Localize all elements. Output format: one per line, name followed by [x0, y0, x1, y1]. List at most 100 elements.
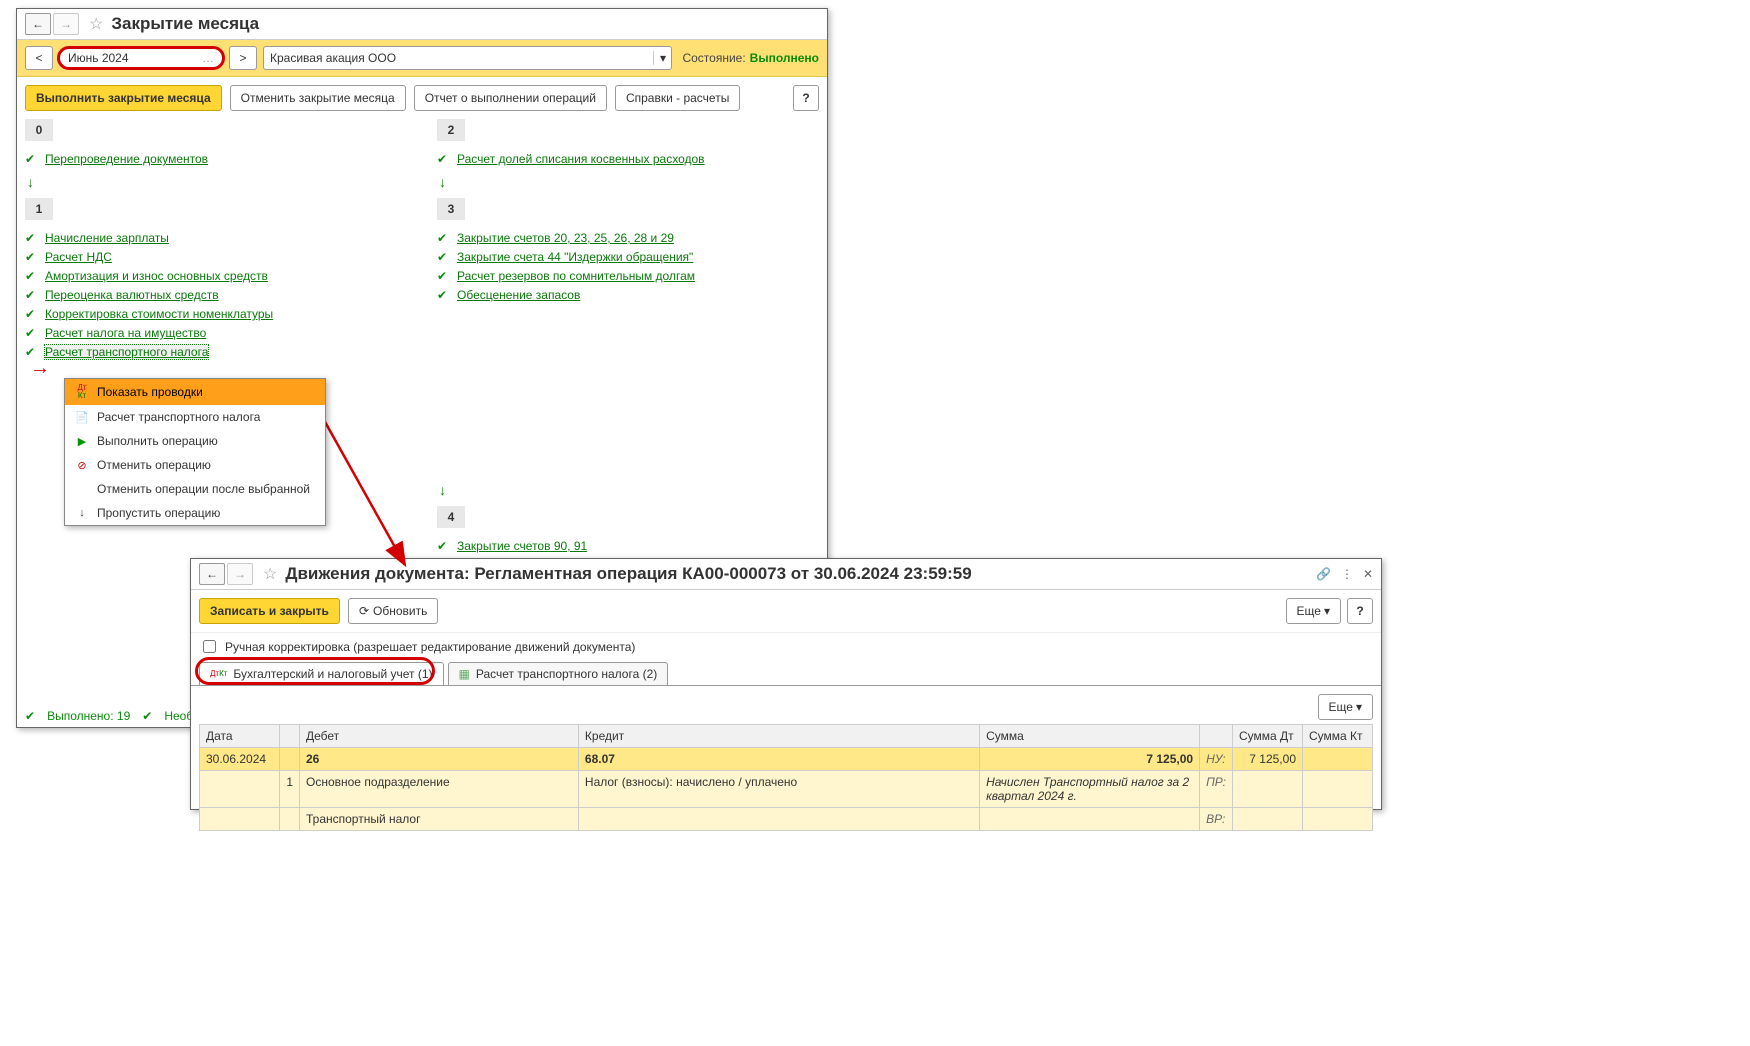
menu-item-label: Расчет транспортного налога	[97, 410, 260, 424]
arrow-down-icon: ↓	[27, 174, 407, 190]
op-currency-reval[interactable]: Переоценка валютных средств	[45, 288, 219, 302]
cell-amount-kt	[1303, 808, 1373, 831]
more-label: Еще	[1329, 700, 1353, 714]
help-button[interactable]: ?	[1347, 598, 1373, 624]
col-amount: Сумма	[980, 725, 1200, 748]
cell-pr-label: ПР:	[1200, 771, 1233, 808]
help-button[interactable]: ?	[793, 85, 819, 111]
cell-nu-label: НУ:	[1200, 748, 1233, 771]
menu-transport-tax-calc[interactable]: 📄 Расчет транспортного налога	[65, 405, 325, 429]
table-header-row: Дата Дебет Кредит Сумма Сумма Дт Сумма К…	[200, 725, 1373, 748]
op-cost-correction[interactable]: Корректировка стоимости номенклатуры	[45, 307, 273, 321]
close-icon[interactable]: ✕	[1363, 567, 1373, 581]
op-reserves[interactable]: Расчет резервов по сомнительным долгам	[457, 269, 695, 283]
op-property-tax[interactable]: Расчет налога на имущество	[45, 326, 206, 340]
report-button[interactable]: Отчет о выполнении операций	[414, 85, 607, 111]
refresh-icon: ⟳	[359, 604, 369, 618]
check-icon: ✔	[437, 539, 451, 553]
period-field[interactable]: Июнь 2024 …	[57, 46, 225, 70]
op-close-44[interactable]: Закрытие счета 44 "Издержки обращения"	[457, 250, 693, 264]
check-icon: ✔	[25, 709, 35, 723]
cell-desc	[980, 808, 1200, 831]
col-debit: Дебет	[300, 725, 579, 748]
nav-forward-button[interactable]: →	[227, 563, 253, 585]
op-close-90-91[interactable]: Закрытие счетов 90, 91	[457, 539, 587, 553]
block-0-head: 0	[25, 119, 53, 141]
period-next-button[interactable]: >	[229, 46, 257, 70]
period-bar: < Июнь 2024 … > Красивая акация ООО ▾ Со…	[17, 40, 827, 77]
cell-credit-value: 68.07	[585, 752, 615, 766]
table-row[interactable]: Транспортный налог ВР:	[200, 808, 1373, 831]
col-num	[280, 725, 300, 748]
cell-date: 30.06.2024	[200, 748, 280, 771]
cell-credit: 68.07	[578, 748, 979, 771]
status-done-label: Выполнено:	[47, 709, 113, 723]
menu-item-label: Отменить операцию	[97, 458, 211, 472]
cell-desc: Начислен Транспортный налог за 2 квартал…	[980, 771, 1200, 808]
context-menu: ДтКт Показать проводки 📄 Расчет транспор…	[64, 378, 326, 526]
op-transport-tax[interactable]: Расчет транспортного налога	[45, 345, 208, 359]
state-label: Состояние:	[682, 51, 745, 65]
menu-show-entries[interactable]: ДтКт Показать проводки	[65, 379, 325, 405]
references-button[interactable]: Справки - расчеты	[615, 85, 740, 111]
op-salary[interactable]: Начисление зарплаты	[45, 231, 169, 245]
kebab-menu-icon[interactable]: ⋮	[1341, 567, 1353, 581]
save-and-close-button[interactable]: Записать и закрыть	[199, 598, 340, 624]
period-value: Июнь 2024	[68, 51, 129, 65]
window-title: Движения документа: Регламентная операци…	[285, 564, 971, 584]
col-date: Дата	[200, 725, 280, 748]
check-icon: ✔	[25, 288, 39, 302]
menu-execute-op[interactable]: ▶ Выполнить операцию	[65, 429, 325, 453]
col-amount-kt: Сумма Кт	[1303, 725, 1373, 748]
manual-correction-checkbox[interactable]	[203, 640, 216, 653]
cancel-close-button[interactable]: Отменить закрытие месяца	[230, 85, 406, 111]
tab-accounting[interactable]: ДтКт Бухгалтерский и налоговый учет (1)	[199, 662, 444, 685]
title-right-icons: 🔗 ⋮ ✕	[1316, 567, 1373, 581]
nav-back-button[interactable]: ←	[199, 563, 225, 585]
check-icon: ✔	[25, 250, 39, 264]
cancel-icon: ⊘	[73, 459, 91, 472]
execute-button[interactable]: Выполнить закрытие месяца	[25, 85, 222, 111]
document-icon: 📄	[73, 411, 91, 424]
table-row[interactable]: 1 Основное подразделение Налог (взносы):…	[200, 771, 1373, 808]
dtkt-icon: ДтКт	[210, 670, 227, 678]
tab-transport-tax[interactable]: ▦ Расчет транспортного налога (2)	[448, 662, 669, 685]
menu-cancel-op[interactable]: ⊘ Отменить операцию	[65, 453, 325, 477]
table-row[interactable]: 30.06.2024 26 68.07 7 125,00 НУ: 7 125,0…	[200, 748, 1373, 771]
cell-credit-sub	[578, 808, 979, 831]
col-nu	[1200, 725, 1233, 748]
op-depreciation[interactable]: Амортизация и износ основных средств	[45, 269, 268, 283]
op-reposting-docs[interactable]: Перепроведение документов	[45, 152, 208, 166]
check-icon: ✔	[25, 231, 39, 245]
manual-correction-label: Ручная корректировка (разрешает редактир…	[225, 640, 635, 654]
cell-debit-value: 26	[306, 752, 319, 766]
more-button[interactable]: Еще ▾	[1318, 694, 1373, 720]
op-close-20-29[interactable]: Закрытие счетов 20, 23, 25, 26, 28 и 29	[457, 231, 674, 245]
block-1-head: 1	[25, 198, 53, 220]
dropdown-icon[interactable]: ▾	[653, 51, 671, 65]
status-done-count: 19	[117, 709, 130, 723]
favorite-star-icon[interactable]: ☆	[263, 564, 277, 584]
check-icon: ✔	[437, 152, 451, 166]
document-movements-window: ← → ☆ Движения документа: Регламентная о…	[190, 558, 1382, 810]
op-vat[interactable]: Расчет НДС	[45, 250, 112, 264]
favorite-star-icon[interactable]: ☆	[89, 14, 103, 34]
refresh-button[interactable]: ⟳ Обновить	[348, 598, 438, 624]
link-icon[interactable]: 🔗	[1316, 567, 1331, 581]
col-credit: Кредит	[578, 725, 979, 748]
period-ellipsis-icon[interactable]: …	[202, 51, 214, 65]
state-value: Выполнено	[750, 51, 819, 65]
menu-cancel-after[interactable]: Отменить операции после выбранной	[65, 477, 325, 501]
more-button[interactable]: Еще ▾	[1286, 598, 1341, 624]
right-column: 2 ✔Расчет долей списания косвенных расхо…	[437, 119, 819, 558]
org-select[interactable]: Красивая акация ООО ▾	[263, 46, 672, 70]
dropdown-icon: ▾	[1356, 700, 1362, 714]
op-impairment[interactable]: Обесценение запасов	[457, 288, 580, 302]
menu-skip-op[interactable]: ↓ Пропустить операцию	[65, 501, 325, 525]
check-icon: ✔	[437, 269, 451, 283]
period-prev-button[interactable]: <	[25, 46, 53, 70]
nav-forward-button[interactable]: →	[53, 13, 79, 35]
op-indirect-costs[interactable]: Расчет долей списания косвенных расходов	[457, 152, 705, 166]
nav-back-button[interactable]: ←	[25, 13, 51, 35]
cell-num	[280, 748, 300, 771]
